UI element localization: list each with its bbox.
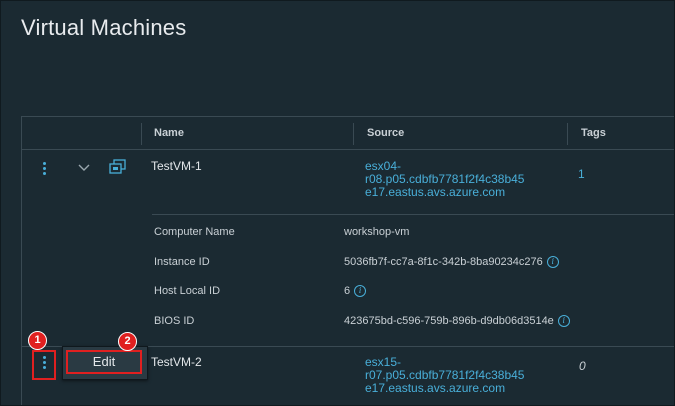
detail-bios-id: 423675bd-c596-759b-896b-d9db06d3514e i [344,315,570,328]
detail-label-host-local-id: Host Local ID [154,285,221,297]
callout-badge-2: 2 [118,332,137,351]
row-actions-kebab-icon[interactable] [43,162,47,177]
detail-value-instance-id: 5036fb7f-cc7a-8f1c-342b-8ba90234c276 [344,256,543,268]
column-header-tags[interactable]: Tags [581,117,606,149]
row-action-menu: Edit [62,346,148,380]
column-separator[interactable] [141,123,142,145]
vm-name[interactable]: TestVM-1 [151,159,202,173]
kebab-highlight-box [32,350,56,380]
info-icon[interactable]: i [354,285,367,298]
info-icon[interactable]: i [557,315,570,328]
vm-page: Virtual Machines Name Source Tags TestVM… [0,0,675,406]
column-header-name[interactable]: Name [154,117,184,149]
tags-count: 0 [579,359,586,373]
column-header-source[interactable]: Source [367,117,404,149]
grid-header: Name Source Tags [22,117,674,150]
source-link[interactable]: esx04- r08.p05.cdbfb7781f2f4c38b45 e17.e… [365,160,524,199]
page-title: Virtual Machines [21,15,187,40]
callout-badge-1: 1 [28,331,47,350]
detail-value-host-local-id: 6 [344,285,351,297]
detail-host-local-id: 6i [344,285,367,298]
detail-label-instance-id: Instance ID [154,256,210,268]
detail-label-bios-id: BIOS ID [154,315,195,327]
vm-name[interactable]: TestVM-2 [151,355,202,369]
info-icon[interactable]: i [546,256,559,269]
detail-label-computer-name: Computer Name [154,226,235,238]
detail-instance-id: 5036fb7f-cc7a-8f1c-342b-8ba90234c276 i [344,256,559,269]
edit-button[interactable]: Edit [66,350,142,374]
tags-count-link[interactable]: 1 [578,168,585,181]
column-separator[interactable] [567,123,568,145]
source-link[interactable]: esx15- r07.p05.cdbfb7781f2f4c38b45 e17.e… [365,356,524,395]
detail-value-bios-id: 423675bd-c596-759b-896b-d9db06d3514e [344,315,554,327]
column-separator[interactable] [353,123,354,145]
vm-icon [109,159,126,174]
detail-divider [152,214,674,215]
chevron-down-icon[interactable] [78,163,90,173]
detail-value-computer-name: workshop-vm [344,226,410,238]
